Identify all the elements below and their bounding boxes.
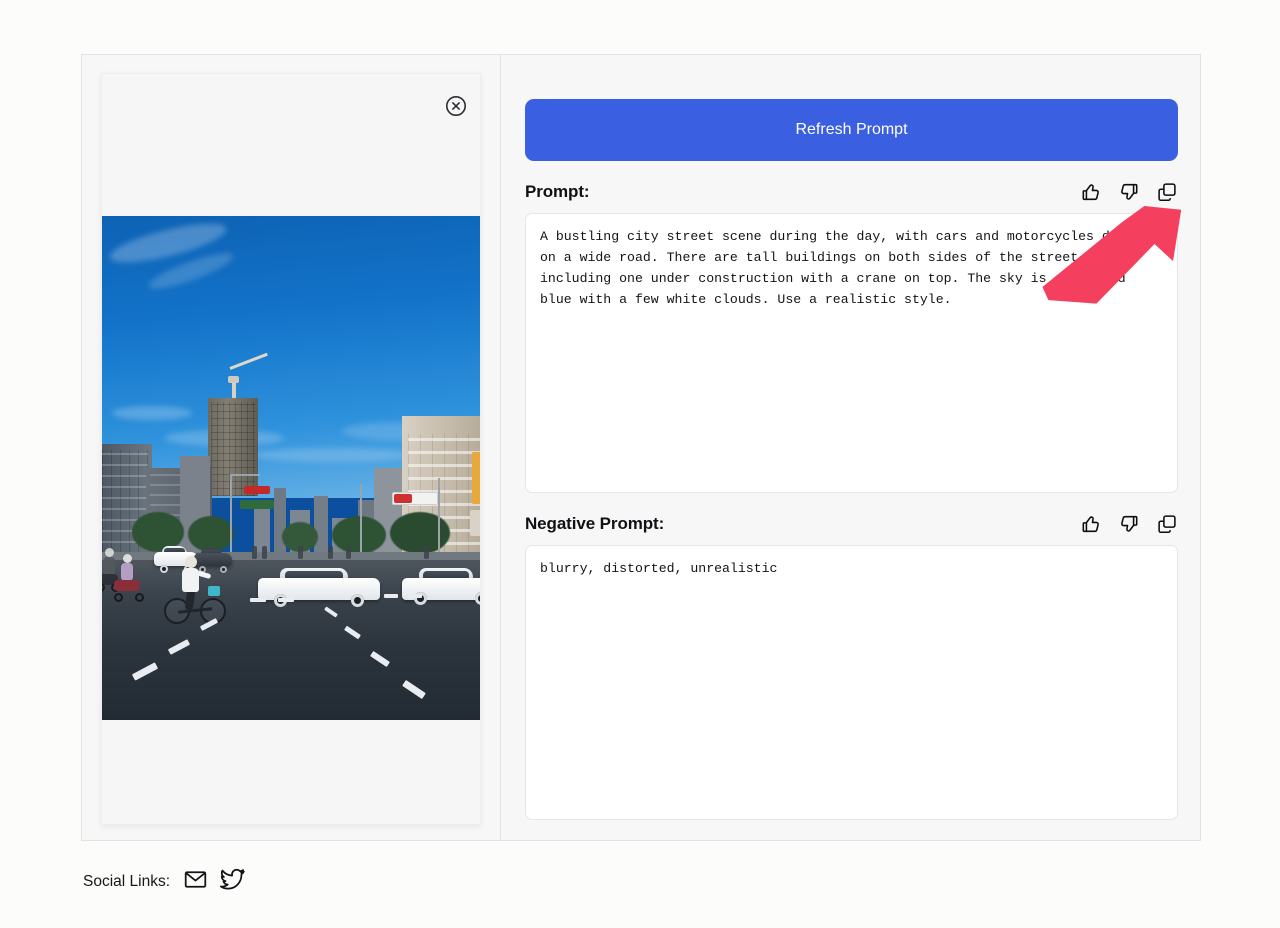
billboard-accent [394, 494, 412, 503]
cloud [112, 406, 192, 420]
footer: Social Links: [83, 866, 246, 897]
street-sign [240, 500, 274, 509]
copy-icon[interactable] [1156, 513, 1178, 535]
tree [332, 516, 386, 554]
page-root: Refresh Prompt Prompt: [0, 0, 1280, 928]
image-card [101, 73, 481, 825]
negative-prompt-actions [1080, 513, 1178, 535]
tree [390, 512, 450, 554]
thumbs-up-icon[interactable] [1080, 181, 1102, 203]
thumbs-up-icon[interactable] [1080, 513, 1102, 535]
prompt-label: Prompt: [525, 182, 589, 202]
twitter-icon[interactable] [220, 866, 246, 897]
social-links-label: Social Links: [83, 873, 170, 891]
street-sign [244, 486, 270, 494]
vehicle [258, 568, 380, 604]
negative-prompt-section-header: Negative Prompt: [525, 512, 1178, 536]
prompt-actions [1080, 181, 1178, 203]
street-lamp-arm [230, 474, 260, 476]
vertical-sign [472, 452, 481, 504]
prompt-section-header: Prompt: [525, 180, 1178, 204]
refresh-prompt-button[interactable]: Refresh Prompt [525, 99, 1178, 161]
motorcycle [114, 572, 144, 602]
cyclist [164, 552, 226, 624]
social-links [183, 866, 246, 897]
cloud [252, 448, 412, 462]
app-panel: Refresh Prompt Prompt: [81, 54, 1201, 841]
close-circle-icon[interactable] [444, 94, 468, 118]
street-lamp [360, 484, 362, 560]
email-icon[interactable] [183, 867, 208, 897]
image-panel [82, 55, 501, 840]
thumbs-down-icon[interactable] [1118, 513, 1140, 535]
negative-prompt-textarea[interactable] [525, 545, 1178, 820]
street-lamp [438, 478, 440, 560]
copy-icon[interactable] [1156, 181, 1178, 203]
negative-prompt-label: Negative Prompt: [525, 514, 664, 534]
crane-cab [228, 376, 239, 383]
vertical-sign [470, 510, 481, 536]
generated-image [102, 216, 481, 720]
prompt-textarea[interactable] [525, 213, 1178, 493]
prompt-panel: Refresh Prompt Prompt: [501, 55, 1200, 840]
thumbs-down-icon[interactable] [1118, 181, 1140, 203]
building-under-construction [208, 398, 258, 496]
